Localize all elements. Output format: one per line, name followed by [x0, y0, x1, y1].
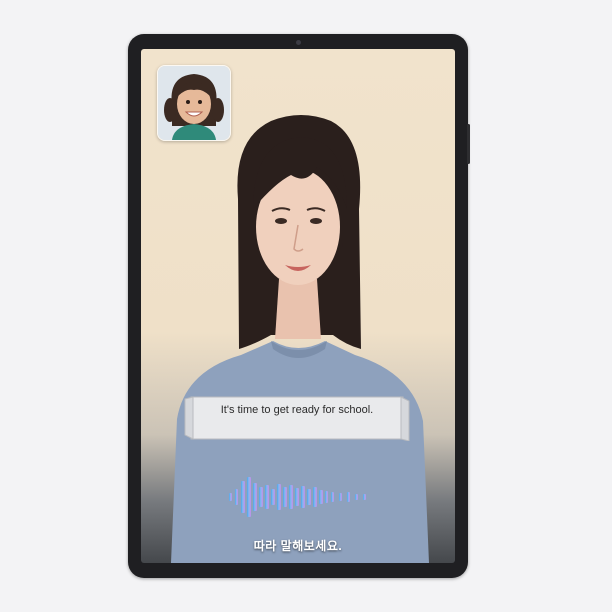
caption-text: It's time to get ready for school. — [220, 404, 374, 416]
video-call-screen: It's time to get ready for school. 따라 말해… — [141, 49, 455, 563]
tablet-side-button — [467, 124, 470, 164]
self-view-thumbnail[interactable] — [157, 65, 231, 141]
repeat-prompt-text: 따라 말해보세요. — [253, 539, 343, 553]
voice-waveform-icon — [211, 477, 391, 517]
child-avatar-icon — [158, 66, 230, 140]
front-camera — [295, 40, 301, 45]
subtitle-caption: It's time to get ready for school. — [183, 395, 411, 441]
scroll-banner-shape — [184, 396, 410, 441]
tablet-device: It's time to get ready for school. 따라 말해… — [128, 34, 470, 578]
